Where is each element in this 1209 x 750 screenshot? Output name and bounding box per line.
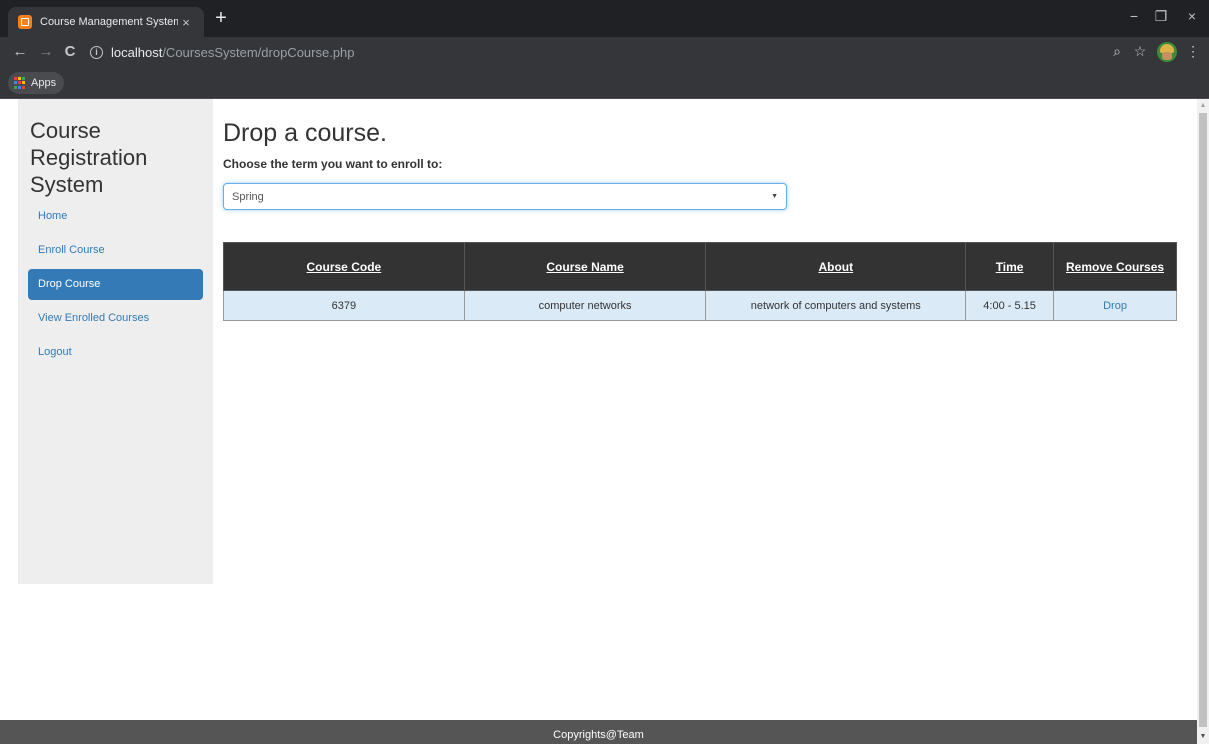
column-header-remove-courses[interactable]: Remove Courses bbox=[1053, 242, 1177, 291]
page-title: Drop a course. bbox=[223, 119, 387, 147]
column-header-time[interactable]: Time bbox=[965, 242, 1055, 291]
course-name-cell: computer networks bbox=[463, 290, 707, 321]
column-header-about[interactable]: About bbox=[705, 242, 967, 291]
sidebar-item-logout[interactable]: Logout bbox=[28, 337, 203, 368]
bookmark-star-icon[interactable]: ☆ bbox=[1131, 43, 1149, 60]
sidebar-item-enroll-course[interactable]: Enroll Course bbox=[28, 235, 203, 266]
column-header-course-code[interactable]: Course Code bbox=[223, 242, 465, 291]
drop-course-link[interactable]: Drop bbox=[1053, 290, 1177, 321]
close-window-button[interactable]: × bbox=[1182, 8, 1202, 24]
page-scrollbar[interactable]: ▲ ▼ bbox=[1197, 99, 1209, 744]
url-path: /CoursesSystem/dropCourse.php bbox=[162, 44, 355, 60]
sidebar: Course Registration System Home Enroll C… bbox=[18, 99, 213, 584]
back-arrow-icon[interactable]: ← bbox=[10, 43, 30, 61]
forward-arrow-icon[interactable]: → bbox=[36, 43, 56, 61]
browser-menu-icon[interactable]: ⋮ bbox=[1184, 43, 1202, 60]
scrollbar-thumb[interactable] bbox=[1199, 113, 1207, 727]
page-viewport: Course Registration System Home Enroll C… bbox=[0, 99, 1197, 744]
scroll-up-arrow-icon[interactable]: ▲ bbox=[1197, 99, 1209, 113]
term-label: Choose the term you want to enroll to: bbox=[223, 157, 443, 171]
table-row: 6379 computer networks network of comput… bbox=[223, 290, 1177, 321]
page-footer: Copyrights@Team bbox=[0, 720, 1197, 744]
sidebar-item-view-enrolled-courses[interactable]: View Enrolled Courses bbox=[28, 303, 203, 334]
time-cell: 4:00 - 5.15 bbox=[965, 290, 1055, 321]
url-field[interactable]: i localhost /CoursesSystem/dropCourse.ph… bbox=[86, 40, 1126, 64]
zoom-icon[interactable]: ⌕ bbox=[1108, 43, 1126, 60]
site-brand: Course Registration System bbox=[30, 118, 148, 197]
new-tab-button[interactable]: + bbox=[210, 6, 232, 30]
term-select[interactable]: Spring ▼ bbox=[223, 183, 787, 210]
tab-title: Course Management System bbox=[40, 16, 178, 28]
bookmarks-bar: Apps bbox=[0, 67, 1209, 99]
site-info-icon[interactable]: i bbox=[90, 45, 103, 59]
minimize-window-button[interactable]: − bbox=[1124, 8, 1144, 24]
course-code-cell: 6379 bbox=[223, 290, 465, 321]
browser-tab[interactable]: Course Management System × bbox=[8, 7, 204, 37]
reload-icon[interactable]: C bbox=[60, 43, 80, 61]
scroll-down-arrow-icon[interactable]: ▼ bbox=[1197, 730, 1209, 744]
column-header-course-name[interactable]: Course Name bbox=[463, 242, 707, 291]
apps-bookmark[interactable]: Apps bbox=[8, 72, 65, 94]
sidebar-item-drop-course[interactable]: Drop Course bbox=[28, 269, 203, 300]
about-cell: network of computers and systems bbox=[705, 290, 967, 321]
table-header-row: Course Code Course Name About Time Remov… bbox=[223, 242, 1177, 291]
sidebar-nav: Home Enroll Course Drop Course View Enro… bbox=[28, 201, 203, 371]
apps-grid-icon bbox=[14, 77, 26, 89]
maximize-window-button[interactable]: ❐ bbox=[1151, 8, 1171, 25]
browser-address-bar: ← → C i localhost /CoursesSystem/dropCou… bbox=[0, 37, 1209, 67]
tab-close-icon[interactable]: × bbox=[178, 15, 194, 30]
apps-label: Apps bbox=[31, 77, 57, 89]
url-host: localhost bbox=[111, 44, 163, 60]
courses-table: Course Code Course Name About Time Remov… bbox=[223, 242, 1177, 321]
chevron-down-icon: ▼ bbox=[771, 193, 778, 200]
xampp-favicon-icon bbox=[18, 15, 32, 29]
profile-avatar[interactable] bbox=[1157, 42, 1177, 62]
browser-tab-strip: Course Management System × + − ❐ × bbox=[0, 0, 1209, 37]
term-selected-value: Spring bbox=[232, 190, 264, 203]
sidebar-item-home[interactable]: Home bbox=[28, 201, 203, 232]
